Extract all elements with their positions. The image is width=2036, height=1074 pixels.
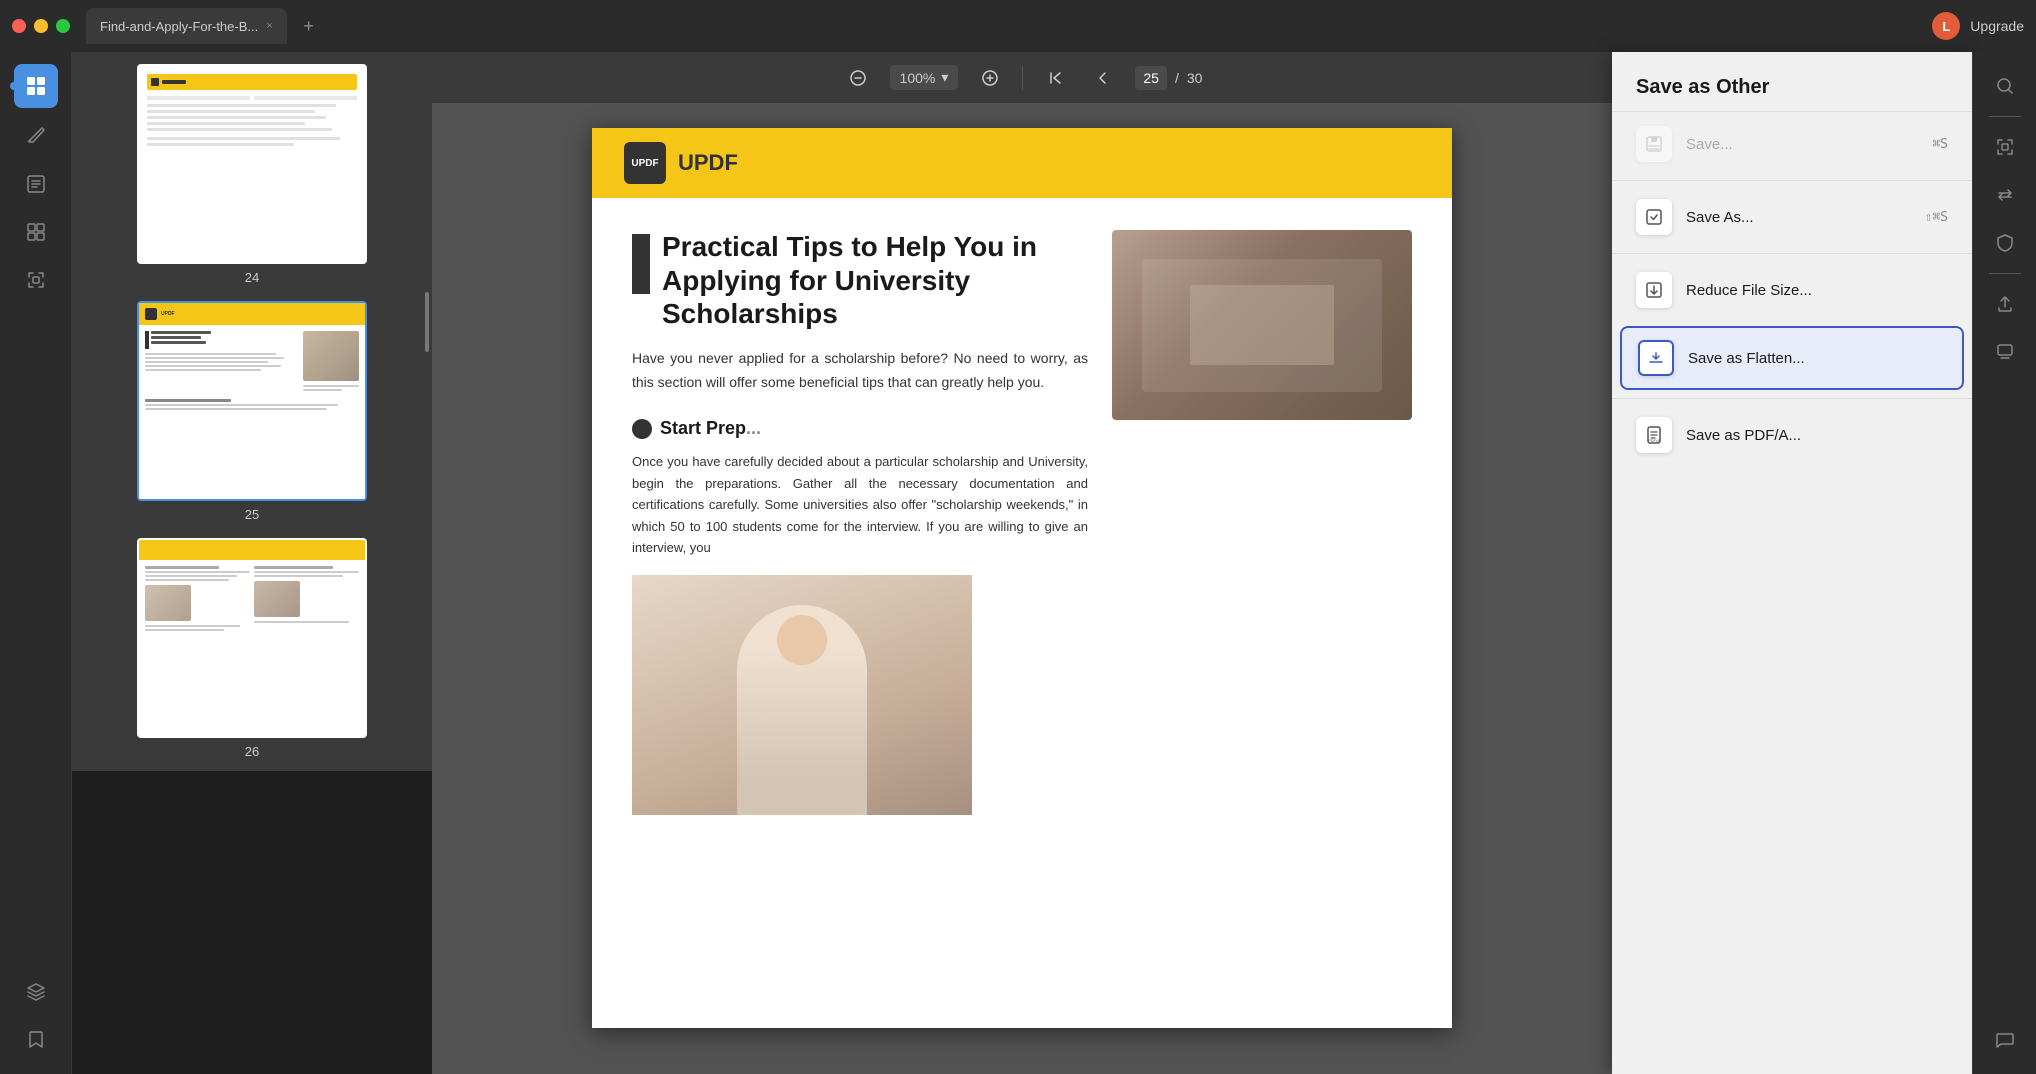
new-tab-button[interactable]: + (295, 12, 323, 40)
pdf-body: Practical Tips to Help You inApplying fo… (592, 198, 1452, 847)
page-separator: / (1175, 70, 1179, 86)
left-sidebar (0, 52, 72, 1074)
svg-text:PDF/A: PDF/A (1648, 438, 1660, 443)
right-divider-2 (1989, 273, 2021, 274)
sidebar-icon-edit[interactable] (14, 114, 58, 158)
save-menu-item-save-as[interactable]: Save As... ⇧⌘S (1612, 185, 1972, 249)
save-panel-header: Save as Other (1612, 52, 1972, 112)
save-icon (1636, 126, 1672, 162)
save-as-shortcut: ⇧⌘S (1925, 210, 1948, 225)
zoom-in-button[interactable] (974, 62, 1006, 94)
pdf-header: UPDF UPDF (592, 128, 1452, 198)
save-panel-title: Save as Other (1636, 76, 1948, 99)
sidebar-icon-ocr[interactable] (14, 258, 58, 302)
nav-prev-button[interactable] (1087, 62, 1119, 94)
page-total: 30 (1187, 70, 1203, 86)
pdfa-icon: PDF/A (1636, 417, 1672, 453)
nav-first-button[interactable] (1039, 62, 1071, 94)
zoom-out-button[interactable] (842, 62, 874, 94)
pdf-title-text: Practical Tips to Help You inApplying fo… (662, 230, 1037, 331)
pdf-viewport[interactable]: UPDF UPDF Practical Tips to Help You inA… (432, 104, 1612, 1074)
protect-icon-right[interactable] (1983, 221, 2027, 265)
person-illustration (632, 575, 972, 815)
chat-icon-right[interactable] (1983, 1018, 2027, 1062)
pdfa-label: Save as PDF/A... (1686, 427, 1934, 444)
save-as-label: Save As... (1686, 209, 1911, 226)
sidebar-icon-organize[interactable] (14, 210, 58, 254)
pdf-left-column: Practical Tips to Help You inApplying fo… (632, 230, 1088, 815)
content-area: 100% ▾ 25 (432, 52, 1612, 1074)
title-bar: Find-and-Apply-For-the-B... × + L Upgrad… (0, 0, 2036, 52)
convert-icon-right[interactable] (1983, 173, 2027, 217)
save-label: Save... (1686, 136, 1918, 153)
pdf-desk-image (1112, 230, 1412, 420)
flatten-label: Save as Flatten... (1688, 350, 1932, 367)
pdf-lower-image (632, 575, 972, 815)
thumbnail-label-25: 25 (245, 507, 259, 522)
pdf-body-text-2: Once you have carefully decided about a … (632, 451, 1088, 558)
upgrade-button[interactable]: Upgrade (1970, 18, 2024, 34)
tab-label: Find-and-Apply-For-the-B... (100, 19, 258, 34)
sidebar-icon-bookmark[interactable] (14, 1018, 58, 1062)
thumbnail-label-24: 24 (245, 270, 259, 285)
close-button[interactable] (12, 19, 26, 33)
save-menu-item-save[interactable]: Save... ⌘S (1612, 112, 1972, 176)
page-navigation: 25 / 30 (1135, 66, 1202, 90)
thumbnail-page-24[interactable]: 24 (137, 64, 367, 285)
page-current-input[interactable]: 25 (1135, 66, 1167, 90)
sidebar-icon-layers[interactable] (14, 970, 58, 1014)
save-menu-item-reduce[interactable]: Reduce File Size... (1612, 258, 1972, 322)
thumbnail-page-25[interactable]: UPDF (137, 301, 367, 522)
thumbnail-panel: 24 UPDF (72, 52, 432, 771)
flatten-icon (1638, 340, 1674, 376)
pdf-title-block (632, 234, 650, 294)
thumbnail-page-26[interactable]: 26 (137, 538, 367, 759)
minimize-button[interactable] (34, 19, 48, 33)
toolbar: 100% ▾ 25 (432, 52, 1612, 104)
sidebar-icon-annotate[interactable] (14, 162, 58, 206)
pdf-bullet-title: Start Prep... (632, 418, 1088, 439)
toolbar-divider (1022, 66, 1023, 90)
save-divider-2 (1612, 253, 1972, 254)
pdf-page: UPDF UPDF Practical Tips to Help You inA… (592, 128, 1452, 1028)
reduce-icon (1636, 272, 1672, 308)
save-menu-item-flatten[interactable]: Save as Flatten... (1620, 326, 1964, 390)
save-divider-3 (1612, 398, 1972, 399)
save-divider-1 (1612, 180, 1972, 181)
active-tab[interactable]: Find-and-Apply-For-the-B... × (86, 8, 287, 44)
tab-close-icon[interactable]: × (266, 20, 272, 32)
pdf-brand: UPDF (678, 150, 738, 176)
zoom-chevron-icon: ▾ (941, 69, 948, 86)
zoom-value: 100% (900, 70, 936, 86)
traffic-lights (12, 19, 70, 33)
title-bar-right: L Upgrade (1932, 12, 2024, 40)
maximize-button[interactable] (56, 19, 70, 33)
pdf-right-column (1112, 230, 1412, 815)
save-menu-item-pdfa[interactable]: PDF/A Save as PDF/A... (1612, 403, 1972, 467)
save-panel: Save as Other Save... ⌘S (1612, 52, 1972, 1074)
pdf-section-title: Practical Tips to Help You inApplying fo… (632, 230, 1088, 331)
pdf-body-text-1: Have you never applied for a scholarship… (632, 347, 1088, 395)
sidebar-icon-thumbnails[interactable] (14, 64, 58, 108)
zoom-display[interactable]: 100% ▾ (890, 65, 959, 90)
right-sidebar (1972, 52, 2036, 1074)
main-layout: 24 UPDF (0, 52, 2036, 1074)
thumbnail-scrollbar[interactable] (424, 52, 430, 1074)
stamp-icon-right[interactable] (1983, 330, 2027, 374)
ocr-icon-right[interactable] (1983, 125, 2027, 169)
search-icon-right[interactable] (1983, 64, 2027, 108)
share-icon-right[interactable] (1983, 282, 2027, 326)
user-avatar[interactable]: L (1932, 12, 1960, 40)
pdf-bullet-section: Start Prep... Once you have carefully de… (632, 418, 1088, 558)
reduce-label: Reduce File Size... (1686, 282, 1934, 299)
right-divider-1 (1989, 116, 2021, 117)
pdf-logo: UPDF (624, 142, 666, 184)
save-shortcut: ⌘S (1932, 137, 1948, 152)
save-as-icon (1636, 199, 1672, 235)
thumbnail-label-26: 26 (245, 744, 259, 759)
